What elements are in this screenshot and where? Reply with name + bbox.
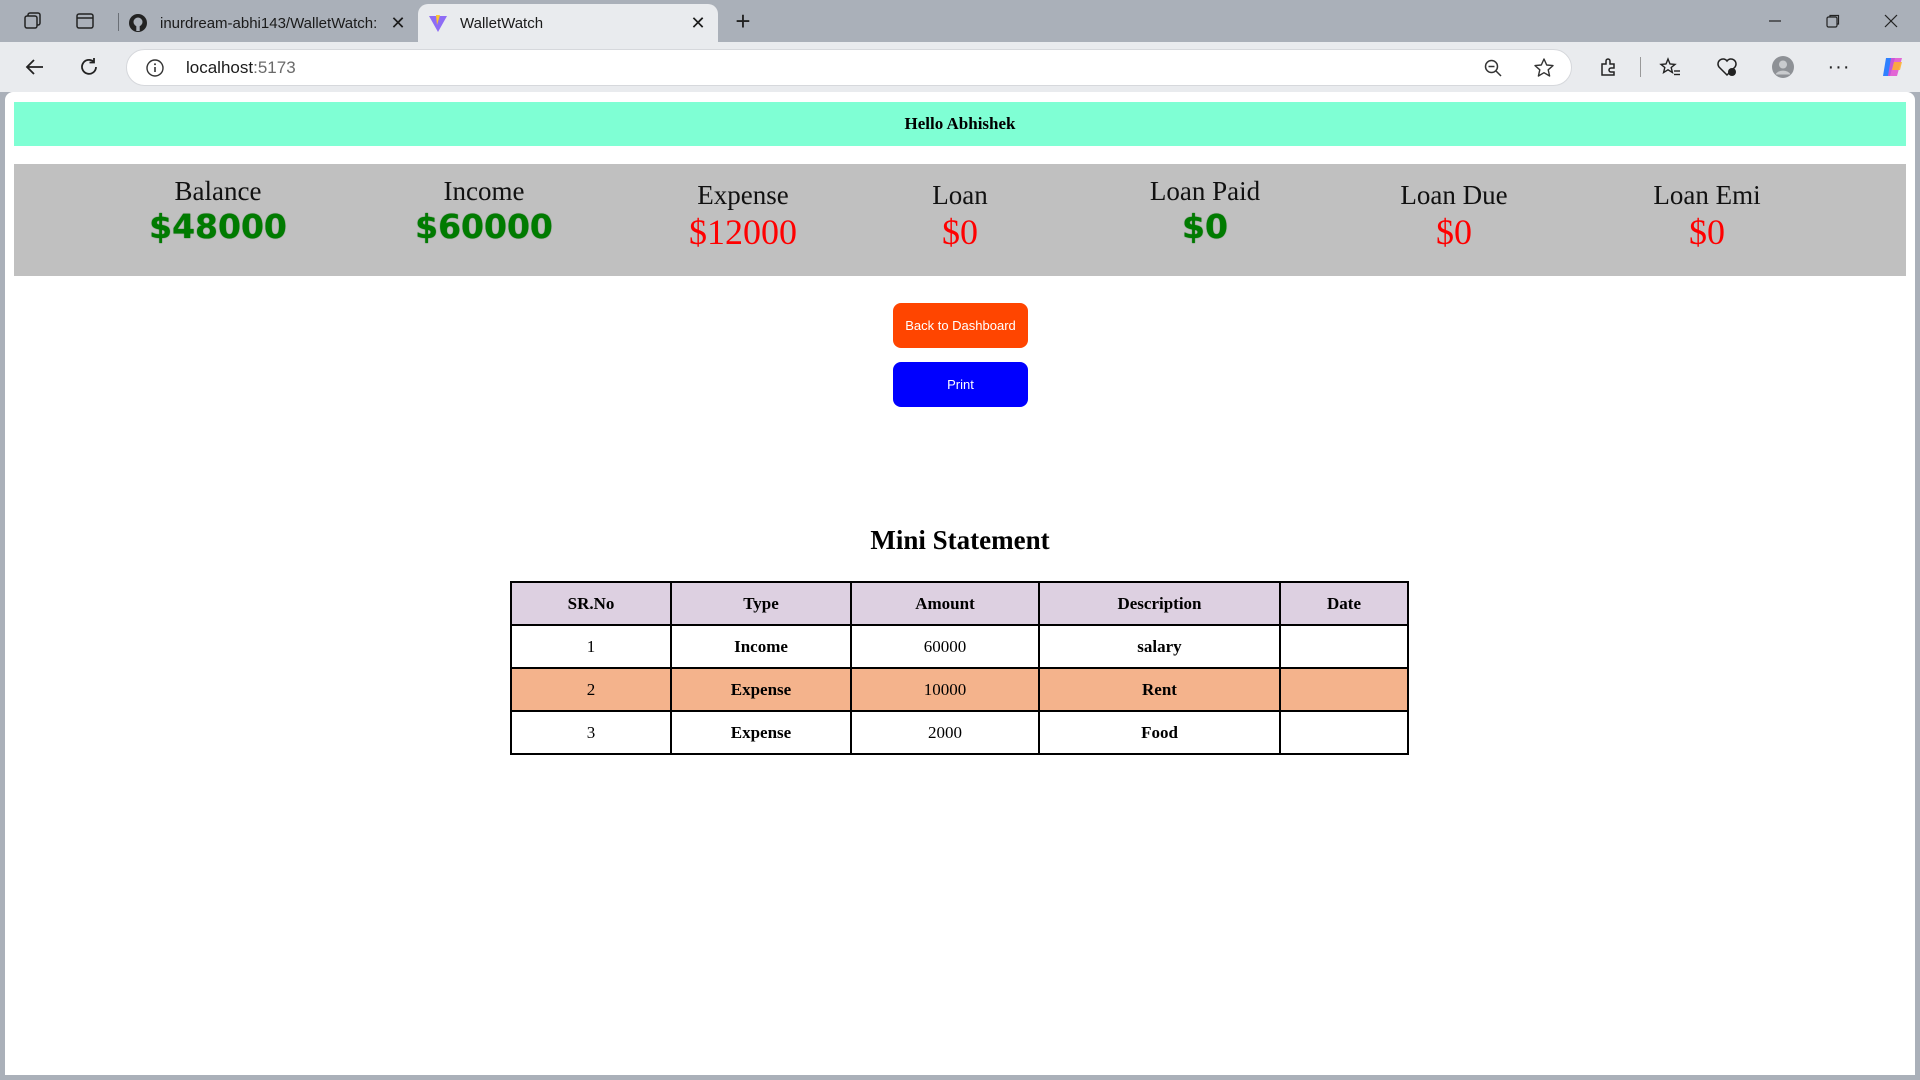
close-tab-icon[interactable]: ✕: [384, 9, 412, 37]
income-value: $60000: [415, 207, 553, 246]
mini-statement-title: Mini Statement: [870, 525, 1050, 555]
page-viewport: Hello Abhishek Balance $48000 Income $60…: [5, 92, 1915, 1075]
favorite-star-icon[interactable]: [1530, 54, 1558, 82]
balance-label: Balance: [174, 176, 262, 206]
tab-title: WalletWatch: [460, 14, 544, 32]
loan-emi-value: $0: [1689, 212, 1725, 252]
table-row: 3 Expense 2000 Food: [510, 710, 1409, 755]
cell-type: Income: [670, 624, 852, 669]
favorites-icon[interactable]: [1653, 51, 1687, 83]
loan-due-label: Loan Due: [1400, 180, 1508, 210]
column-header-type: Type: [670, 581, 852, 626]
cell-sr-no: 1: [510, 624, 672, 669]
extensions-icon[interactable]: [1592, 51, 1626, 83]
column-header-amount: Amount: [850, 581, 1040, 626]
new-tab-button[interactable]: +: [726, 6, 760, 36]
browser-essentials-icon[interactable]: [1710, 51, 1744, 83]
expense-label: Expense: [697, 180, 789, 210]
url-host: localhost: [186, 58, 254, 77]
site-info-icon[interactable]: [145, 58, 165, 78]
cell-date: [1279, 710, 1409, 755]
tab-walletwatch[interactable]: WalletWatch ✕: [418, 4, 718, 42]
column-header-date: Date: [1279, 581, 1409, 626]
refresh-icon[interactable]: [72, 51, 106, 83]
vite-icon: [429, 15, 447, 32]
mini-statement-table: SR.No Type Amount Description Date 1 Inc…: [510, 581, 1409, 755]
cell-sr-no: 2: [510, 667, 672, 712]
balance-stat: Balance $48000: [118, 164, 318, 288]
cell-type: Expense: [670, 667, 852, 712]
loan-emi-stat: Loan Emi $0: [1607, 164, 1807, 292]
cell-date: [1279, 667, 1409, 712]
workspaces-icon[interactable]: [16, 6, 50, 36]
copilot-icon[interactable]: [1876, 51, 1910, 83]
close-window-icon[interactable]: [1862, 0, 1920, 42]
table-header-row: SR.No Type Amount Description Date: [510, 581, 1409, 626]
toolbar-separator: [1640, 57, 1641, 77]
back-to-dashboard-button[interactable]: Back to Dashboard: [893, 303, 1028, 348]
cell-amount: 60000: [850, 624, 1040, 669]
loan-paid-value: $0: [1182, 207, 1228, 246]
restore-icon[interactable]: [1804, 0, 1862, 42]
tab-github[interactable]: inurdream-abhi143/WalletWatch: ✕: [118, 4, 418, 42]
cell-sr-no: 3: [510, 710, 672, 755]
tab-title: inurdream-abhi143/WalletWatch:: [160, 14, 378, 32]
loan-emi-label: Loan Emi: [1653, 180, 1761, 210]
loan-paid-stat: Loan Paid $0: [1105, 164, 1305, 288]
loan-label: Loan: [932, 180, 988, 210]
greeting-banner: Hello Abhishek: [14, 102, 1906, 146]
minimize-icon[interactable]: [1746, 0, 1804, 42]
expense-value: $12000: [689, 212, 797, 252]
cell-date: [1279, 624, 1409, 669]
balance-value: $48000: [149, 207, 287, 246]
profile-avatar-icon[interactable]: [1766, 51, 1800, 83]
loan-paid-label: Loan Paid: [1149, 176, 1261, 206]
github-icon: [129, 14, 147, 32]
loan-value: $0: [942, 212, 978, 252]
url-port: :5173: [253, 58, 296, 77]
print-button[interactable]: Print: [893, 362, 1028, 407]
loan-stat: Loan $0: [880, 164, 1040, 292]
close-tab-icon[interactable]: ✕: [684, 9, 712, 37]
summary-panel: Balance $48000 Income $60000 Expense $12…: [14, 164, 1906, 276]
address-bar: localhost:5173 ···: [0, 42, 1920, 92]
loan-due-stat: Loan Due $0: [1354, 164, 1554, 292]
column-header-description: Description: [1038, 581, 1281, 626]
cell-description: Food: [1038, 710, 1281, 755]
tab-bar: inurdream-abhi143/WalletWatch: ✕ WalletW…: [0, 0, 1920, 42]
loan-due-value: $0: [1436, 212, 1472, 252]
income-label: Income: [443, 176, 525, 206]
table-row: 2 Expense 10000 Rent: [510, 667, 1409, 712]
cell-description: salary: [1038, 624, 1281, 669]
column-header-sr-no: SR.No: [510, 581, 672, 626]
url-field[interactable]: localhost:5173: [126, 49, 1572, 86]
expense-stat: Expense $12000: [643, 164, 843, 292]
zoom-out-icon[interactable]: [1479, 54, 1507, 82]
cell-amount: 10000: [850, 667, 1040, 712]
back-arrow-icon[interactable]: [18, 51, 52, 83]
cell-type: Expense: [670, 710, 852, 755]
vertical-tabs-icon[interactable]: [68, 6, 102, 36]
more-options-icon[interactable]: ···: [1822, 51, 1856, 83]
table-row: 1 Income 60000 salary: [510, 624, 1409, 669]
income-stat: Income $60000: [384, 164, 584, 288]
cell-description: Rent: [1038, 667, 1281, 712]
url-text: localhost:5173: [186, 58, 296, 78]
cell-amount: 2000: [850, 710, 1040, 755]
